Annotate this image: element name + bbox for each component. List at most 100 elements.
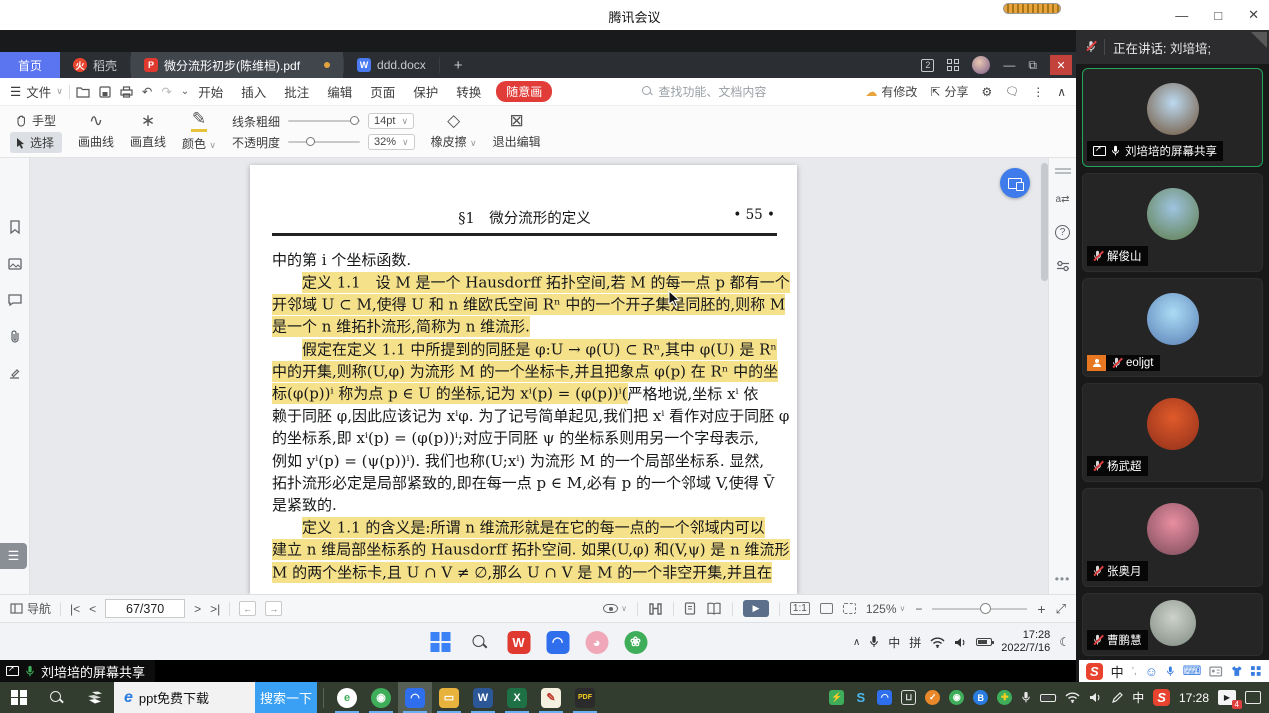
tab-switcher-icon[interactable]: 2	[921, 59, 934, 72]
prev-page-button[interactable]: <	[89, 602, 96, 616]
file-menu[interactable]: ☰ 文件 ∨	[10, 82, 63, 101]
menu-edit[interactable]: 编辑	[318, 82, 361, 101]
adjust-sliders-icon[interactable]	[1056, 260, 1070, 272]
tab-pdf-document[interactable]: P 微分流形初步(陈维桓).pdf	[131, 52, 343, 78]
customize-icon[interactable]: ⌄	[181, 86, 189, 97]
collapse-ribbon-icon[interactable]: ∧	[1057, 85, 1066, 99]
zoom-out-button[interactable]: −	[915, 602, 922, 616]
print-icon[interactable]	[120, 86, 133, 98]
tray-wechat-icon[interactable]: ◉	[949, 690, 964, 705]
toc-toggle[interactable]: ☰	[0, 543, 27, 569]
book-view-icon[interactable]	[706, 602, 722, 615]
muted-mic-icon[interactable]	[1086, 40, 1096, 54]
history-forward-button[interactable]: →	[265, 601, 282, 616]
eraser-tool[interactable]: ◇ 橡皮擦 ∨	[431, 113, 477, 150]
panel-handle-icon[interactable]	[1055, 168, 1071, 174]
next-page-button[interactable]: >	[194, 602, 201, 616]
tray-mic-icon[interactable]	[1021, 691, 1031, 704]
thickness-dropdown[interactable]: 14pt∨	[368, 113, 414, 129]
reader-mode-icon[interactable]	[648, 603, 663, 615]
win11-meeting-app[interactable]: ◠	[546, 630, 570, 654]
menu-convert[interactable]: 转换	[447, 82, 490, 101]
open-folder-icon[interactable]	[76, 86, 90, 98]
cloud-status[interactable]: ☁ 有修改	[865, 83, 917, 100]
participant-tile[interactable]: eoljgt	[1082, 278, 1263, 377]
view-mode-button[interactable]: ∨	[603, 604, 627, 613]
menu-start[interactable]: 开始	[189, 82, 232, 101]
tab-docer[interactable]: 火 稻壳	[60, 52, 130, 78]
single-page-icon[interactable]	[684, 602, 696, 615]
menu-freedraw[interactable]: 随意画	[496, 81, 552, 102]
menu-protect[interactable]: 保护	[404, 82, 447, 101]
stamp-icon[interactable]	[8, 367, 21, 380]
participant-tile[interactable]: 解俊山	[1082, 173, 1263, 272]
tray-wifi-icon[interactable]	[1065, 692, 1080, 703]
volume-icon[interactable]	[954, 637, 967, 648]
id-card-icon[interactable]	[1209, 666, 1222, 677]
exit-edit-tool[interactable]: ⊠ 退出编辑	[493, 113, 541, 150]
close-button[interactable]: ✕	[1248, 7, 1259, 23]
app-word[interactable]: W	[466, 682, 500, 713]
more-menu-icon[interactable]: ⋮	[1032, 85, 1044, 99]
maximize-button[interactable]: □	[1214, 8, 1222, 23]
local-time[interactable]: 17:28	[1179, 691, 1209, 705]
undo-icon[interactable]: ↶	[142, 84, 152, 99]
menu-annotate[interactable]: 批注	[275, 82, 318, 101]
soft-keyboard-icon[interactable]: ⌨	[1183, 663, 1202, 679]
menu-insert[interactable]: 插入	[232, 82, 275, 101]
start-button[interactable]	[0, 682, 38, 713]
first-page-button[interactable]: |<	[70, 602, 80, 616]
zoom-in-button[interactable]: +	[1037, 601, 1045, 617]
select-tool[interactable]: 选择	[10, 132, 62, 153]
participant-tile[interactable]: 张奥月	[1082, 488, 1263, 587]
tray-volume-icon[interactable]	[1089, 692, 1102, 703]
last-page-button[interactable]: >|	[210, 602, 220, 616]
wps-close-icon[interactable]: ✕	[1050, 55, 1072, 75]
win11-start-button[interactable]	[429, 630, 453, 654]
win11-search-button[interactable]	[468, 630, 492, 654]
ime-mode-cn[interactable]: 中	[1111, 662, 1124, 681]
ime-cn-indicator[interactable]: 中	[888, 634, 900, 651]
emoji-icon[interactable]: ☺	[1145, 664, 1158, 679]
vertical-scrollbar[interactable]	[1041, 163, 1048, 281]
tray-usb-drive-icon[interactable]: ⊔	[901, 690, 916, 705]
actual-size-button[interactable]: 1:1	[790, 602, 810, 615]
action-center-icon[interactable]	[1245, 691, 1261, 704]
win11-green-app[interactable]: ❀	[624, 630, 648, 654]
app-360-browser[interactable]: e	[330, 682, 364, 713]
fit-page-icon[interactable]	[843, 603, 856, 614]
wifi-icon[interactable]	[930, 637, 945, 648]
thickness-slider[interactable]	[288, 120, 360, 122]
app-pdf-reader[interactable]: PDF	[568, 682, 602, 713]
participant-tile[interactable]: 曹鹏慧	[1082, 593, 1263, 656]
help-icon[interactable]: ?	[1055, 225, 1070, 240]
app-file-explorer[interactable]: ▭	[432, 682, 466, 713]
settings-gear-icon[interactable]: ⚙	[981, 85, 992, 99]
apps-grid-icon[interactable]	[947, 59, 959, 71]
zoom-level-dropdown[interactable]: 125%∨	[866, 602, 906, 616]
tray-expand-icon[interactable]: ∧	[853, 637, 860, 648]
draw-curve-tool[interactable]: ∿ 画曲线	[78, 113, 114, 150]
tray-usb-icon[interactable]: ⚡	[829, 690, 844, 705]
win11-wps-app[interactable]: W	[507, 630, 531, 654]
translate-icon[interactable]: a⇄	[1056, 194, 1070, 205]
mic-icon[interactable]	[869, 635, 879, 649]
wps-restore-icon[interactable]: ⧉	[1028, 58, 1037, 73]
tray-pen-icon[interactable]	[1111, 692, 1123, 704]
tab-home[interactable]: 首页	[0, 52, 60, 78]
fit-width-icon[interactable]	[820, 603, 833, 614]
presentation-play-button[interactable]: ▶	[743, 600, 769, 617]
sogou-logo-icon[interactable]: S	[1086, 663, 1103, 680]
tray-360-safe-icon[interactable]: ✚	[997, 690, 1012, 705]
ime-punct-icon[interactable]: ’,	[1132, 666, 1137, 677]
attachment-icon[interactable]	[9, 330, 21, 343]
tray-meeting-icon[interactable]: ◠	[877, 690, 892, 705]
save-icon[interactable]	[99, 86, 111, 98]
tab-docx-document[interactable]: W ddd.docx	[344, 52, 439, 78]
video-app-icon[interactable]: ▶4	[1218, 690, 1236, 705]
task-view-button[interactable]	[76, 682, 114, 713]
taskbar-search-button[interactable]	[38, 682, 76, 713]
participant-tile[interactable]: 杨武超	[1082, 383, 1263, 482]
opacity-slider[interactable]	[288, 141, 360, 143]
collapse-handle[interactable]	[1251, 32, 1267, 48]
